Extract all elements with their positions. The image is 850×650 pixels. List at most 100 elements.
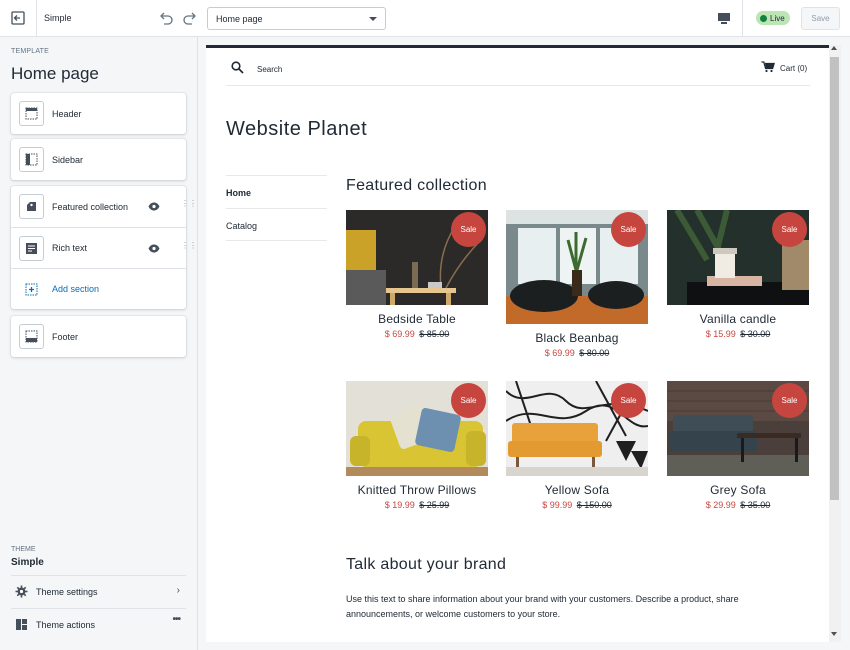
template-title: Home page	[11, 64, 99, 83]
search-icon[interactable]	[231, 61, 244, 74]
redo-icon	[183, 12, 196, 25]
footer-layout-icon	[19, 324, 44, 349]
product-card[interactable]: Sale Yellow Sofa $ 99.99 $ 150.00	[506, 381, 648, 510]
eye-icon[interactable]	[148, 202, 160, 211]
product-card[interactable]: Sale Grey Sofa $ 29.99 $ 35.00	[667, 381, 809, 510]
theme-eyebrow: THEME	[11, 546, 36, 553]
live-status-badge: Live	[756, 11, 790, 25]
scroll-up-arrow-icon[interactable]	[831, 46, 837, 50]
section-card-sidebar: Sidebar	[11, 139, 186, 180]
exit-icon	[11, 11, 25, 25]
nav-item-home[interactable]: Home	[226, 175, 327, 208]
template-eyebrow: TEMPLATE	[11, 48, 50, 55]
product-title[interactable]: Grey Sofa	[667, 483, 809, 497]
scroll-down-arrow-icon[interactable]	[831, 632, 837, 636]
section-item-footer[interactable]: Footer	[11, 316, 186, 357]
section-item-featured-collection[interactable]: Featured collection ⋮⋮	[11, 186, 197, 227]
compare-price: $ 30.00	[740, 329, 771, 339]
theme-actions-icon	[16, 619, 27, 630]
chevron-right-icon: ›	[176, 585, 180, 596]
cart-link[interactable]: Cart (0)	[780, 64, 807, 73]
product-prices: $ 19.99 $ 25.99	[346, 500, 488, 510]
theme-actions-button[interactable]: Theme actions •••	[11, 608, 186, 640]
section-card-header: Header	[11, 93, 186, 134]
status-dot-icon	[760, 14, 767, 22]
compare-price: $ 150.00	[576, 500, 612, 510]
preview-search-label[interactable]: Search	[257, 65, 282, 74]
product-image[interactable]: Sale	[667, 210, 809, 305]
featured-collection-title: Featured collection	[346, 177, 487, 194]
nav-item-catalog[interactable]: Catalog	[226, 208, 327, 241]
section-item-header[interactable]: Header	[11, 93, 186, 134]
product-title[interactable]: Knitted Throw Pillows	[346, 483, 488, 497]
section-label: Sidebar	[52, 154, 84, 165]
compare-price: $ 80.00	[579, 348, 610, 358]
collection-icon	[19, 194, 44, 219]
sale-badge: Sale	[611, 383, 646, 418]
store-name[interactable]: Website Planet	[226, 118, 367, 141]
theme-name-label: Simple	[11, 557, 44, 568]
product-image[interactable]: Sale	[667, 381, 809, 476]
drag-handle-icon[interactable]: ⋮⋮	[181, 242, 197, 250]
section-card-footer: Footer	[11, 316, 186, 357]
sale-price: $ 19.99	[384, 500, 415, 510]
sale-badge: Sale	[451, 212, 486, 247]
device-preview-button[interactable]	[705, 0, 743, 36]
product-prices: $ 69.99 $ 85.00	[346, 329, 488, 339]
save-button[interactable]: Save	[801, 7, 840, 30]
sale-badge: Sale	[772, 383, 807, 418]
product-card[interactable]: Sale Vanilla candle $ 15.99 $ 30.00	[667, 210, 809, 339]
product-card[interactable]: Sale Black Beanbag $ 69.99 $ 80.00	[506, 210, 648, 358]
add-section-button[interactable]: Add section	[11, 268, 186, 309]
product-image[interactable]: Sale	[506, 210, 648, 324]
page-select[interactable]: Home page	[207, 7, 386, 30]
section-card-group: Featured collection ⋮⋮ Rich text ⋮⋮ Add …	[11, 186, 197, 309]
product-image[interactable]: Sale	[506, 381, 648, 476]
eye-icon[interactable]	[148, 244, 160, 253]
product-title[interactable]: Black Beanbag	[506, 331, 648, 345]
product-title[interactable]: Yellow Sofa	[506, 483, 648, 497]
editor-sidebar: TEMPLATE Home page Header Sidebar Featur…	[0, 37, 198, 650]
theme-settings-button[interactable]: Theme settings ›	[11, 575, 186, 607]
add-section-label: Add section	[52, 284, 100, 294]
theme-actions-label: Theme actions	[36, 619, 96, 630]
chevron-down-icon	[369, 17, 377, 21]
redo-button[interactable]	[182, 10, 198, 31]
sale-price: $ 15.99	[705, 329, 736, 339]
product-prices: $ 69.99 $ 80.00	[506, 348, 648, 358]
sale-badge: Sale	[451, 383, 486, 418]
undo-icon	[160, 12, 173, 25]
more-horizontal-icon[interactable]: •••	[172, 614, 180, 625]
sale-price: $ 69.99	[384, 329, 415, 339]
compare-price: $ 85.00	[419, 329, 450, 339]
theme-name: Simple	[44, 13, 72, 23]
product-card[interactable]: Sale Knitted Throw Pillows $ 19.99 $ 25.…	[346, 381, 488, 510]
sale-badge: Sale	[772, 212, 807, 247]
product-image[interactable]: Sale	[346, 381, 488, 476]
desktop-icon	[717, 12, 730, 24]
undo-button[interactable]	[158, 10, 174, 31]
add-section-icon	[19, 277, 44, 302]
live-label: Live	[770, 13, 785, 23]
preview-sidebar-nav: Home Catalog	[226, 175, 327, 241]
preview-scrollbar-thumb[interactable]	[830, 57, 839, 500]
header-layout-icon	[19, 101, 44, 126]
drag-handle-icon[interactable]: ⋮⋮	[181, 200, 197, 208]
section-label: Footer	[52, 331, 79, 342]
section-item-sidebar[interactable]: Sidebar	[11, 139, 186, 180]
cart-icon[interactable]	[761, 61, 775, 73]
product-prices: $ 29.99 $ 35.00	[667, 500, 809, 510]
section-label: Header	[52, 108, 82, 119]
product-title[interactable]: Bedside Table	[346, 312, 488, 326]
product-title[interactable]: Vanilla candle	[667, 312, 809, 326]
brand-title: Talk about your brand	[346, 556, 507, 573]
sale-price: $ 99.99	[542, 500, 573, 510]
compare-price: $ 25.99	[419, 500, 450, 510]
product-prices: $ 15.99 $ 30.00	[667, 329, 809, 339]
exit-editor-button[interactable]	[0, 0, 37, 36]
section-item-rich-text[interactable]: Rich text ⋮⋮	[11, 227, 197, 268]
product-image[interactable]: Sale	[346, 210, 488, 305]
product-card[interactable]: Sale Bedside Table $ 69.99 $ 85.00	[346, 210, 488, 339]
theme-settings-label: Theme settings	[36, 586, 98, 597]
section-label: Rich text	[52, 243, 88, 253]
